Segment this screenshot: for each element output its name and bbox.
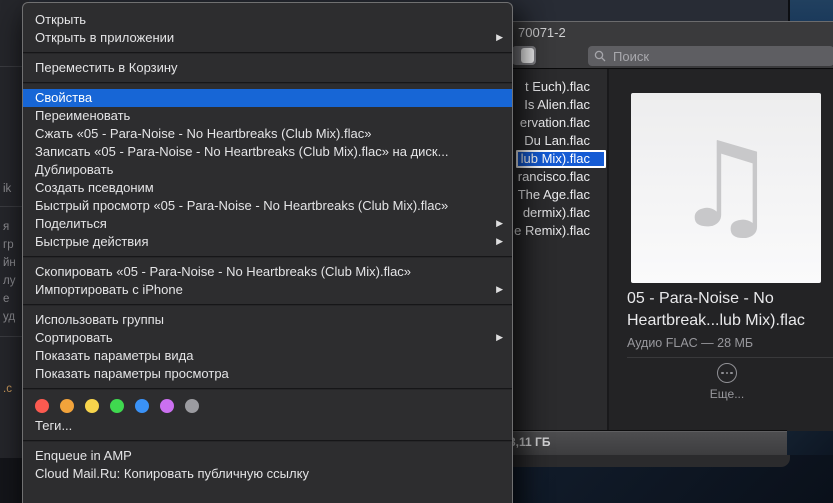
menu-item[interactable]: Записать «05 - Para-Noise - No Heartbrea… <box>23 143 512 161</box>
file-name: Is Alien.flac <box>524 97 590 112</box>
menu-item-label: Enqueue in AMP <box>35 448 132 463</box>
menu-item[interactable]: Открыть в приложении ▶ <box>23 29 512 47</box>
window-bottom-edge <box>500 455 790 467</box>
menu-item-label: Переместить в Корзину <box>35 60 178 75</box>
menu-section: Enqueue in AMP Cloud Mail.Ru: Копировать … <box>23 442 512 488</box>
menu-item[interactable]: Показать параметры вида <box>23 347 512 365</box>
menu-item-label: Дублировать <box>35 162 114 177</box>
clipped-text-fragment: йн <box>3 257 16 269</box>
file-name: ervation.flac <box>519 115 590 130</box>
file-name: lub Mix).flac <box>520 151 590 166</box>
menu-item[interactable]: Быстрый просмотр «05 - Para-Noise - No H… <box>23 197 512 215</box>
menu-item-label: Показать параметры вида <box>35 348 194 363</box>
menu-item-label: Cloud Mail.Ru: Копировать публичную ссыл… <box>35 466 309 481</box>
status-free-space: 3,11 ГБ <box>509 435 551 449</box>
clipped-text-fragment: ik <box>3 183 12 195</box>
menu-item[interactable]: Переместить в Корзину <box>23 59 512 77</box>
menu-item-label: Быстрые действия <box>35 234 149 249</box>
file-name: t Euch).flac <box>524 79 590 94</box>
menu-item-label: Поделиться <box>35 216 107 231</box>
screen: ik я гр йн лу е уд .c 70071-2 t Euch).flac Is Al… <box>0 0 833 503</box>
menu-item[interactable]: Свойства <box>23 89 512 107</box>
submenu-arrow-icon: ▶ <box>496 219 503 229</box>
submenu-arrow-icon: ▶ <box>496 237 503 247</box>
submenu-arrow-icon: ▶ <box>496 285 503 295</box>
preview-file-meta: Аудио FLAC — 28 МБ <box>627 336 754 350</box>
tag-color-row <box>23 395 512 417</box>
menu-item[interactable]: Скопировать «05 - Para-Noise - No Heartb… <box>23 263 512 281</box>
tag-color-dot[interactable] <box>85 399 99 413</box>
menu-section: Теги... <box>23 390 512 440</box>
menu-item-label: Импортировать с iPhone <box>35 282 183 297</box>
menu-section: Свойства Переименовать Сжать «05 - Para-No… <box>23 84 512 256</box>
menu-item[interactable]: Открыть <box>23 11 512 29</box>
menu-item[interactable]: Сжать «05 - Para-Noise - No Heartbreaks … <box>23 125 512 143</box>
submenu-arrow-icon: ▶ <box>496 33 503 43</box>
menu-item-label: Открыть <box>35 12 87 27</box>
tag-color-dot[interactable] <box>135 399 149 413</box>
menu-item[interactable]: Переименовать <box>23 107 512 125</box>
preview-thumbnail: ♫ <box>631 93 821 283</box>
menu-item[interactable]: Cloud Mail.Ru: Копировать публичную ссыл… <box>23 465 512 483</box>
tag-color-dot[interactable] <box>35 399 49 413</box>
menu-item-label: Использовать группы <box>35 312 165 327</box>
tag-color-dot[interactable] <box>110 399 124 413</box>
view-toggle-segment <box>521 48 534 63</box>
menu-item-label: Сортировать <box>35 330 113 345</box>
menu-item-label: Показать параметры просмотра <box>35 366 229 381</box>
menu-item[interactable]: Показать параметры просмотра <box>23 365 512 383</box>
more-ellipsis-icon[interactable] <box>717 363 737 383</box>
background-blue-thumbnail <box>790 0 833 21</box>
context-menu: Открыть Открыть в приложении ▶ Переместить … <box>22 2 513 503</box>
menu-item-label: Теги... <box>35 418 73 433</box>
menu-item-label: Создать псевдоним <box>35 180 154 195</box>
clipped-text-fragment: е <box>3 293 10 305</box>
menu-item[interactable]: Дублировать <box>23 161 512 179</box>
clipped-text-fragment: гр <box>3 239 14 251</box>
preview-file-title-line2: Heartbreak...lub Mix).flac <box>627 312 805 329</box>
menu-item-label: Свойства <box>35 90 93 105</box>
menu-section: Скопировать «05 - Para-Noise - No Heartb… <box>23 258 512 304</box>
view-toggle-button[interactable] <box>512 46 536 65</box>
menu-item-label: Скопировать «05 - Para-Noise - No Heartb… <box>35 264 412 279</box>
menu-item[interactable]: Быстрые действия ▶ <box>23 233 512 251</box>
file-name: Du Lan.flac <box>524 133 590 148</box>
file-name: dermix).flac <box>522 205 590 220</box>
menu-section: Переместить в Корзину <box>23 54 512 82</box>
menu-item[interactable]: Поделиться ▶ <box>23 215 512 233</box>
search-field[interactable] <box>588 46 833 66</box>
menu-item-label: Открыть в приложении <box>35 30 175 45</box>
menu-item[interactable]: Теги... <box>23 417 512 435</box>
menu-item-label: Переименовать <box>35 108 131 123</box>
menu-item[interactable]: Сортировать ▶ <box>23 329 512 347</box>
file-name: rancisco.flac <box>517 169 590 184</box>
menu-item[interactable]: Enqueue in AMP <box>23 447 512 465</box>
divider <box>627 357 833 358</box>
menu-item-label: Записать «05 - Para-Noise - No Heartbrea… <box>35 144 449 159</box>
file-name: e Remix).flac <box>514 223 590 238</box>
tag-color-dot[interactable] <box>185 399 199 413</box>
menu-item-label: Быстрый просмотр «05 - Para-Noise - No H… <box>35 198 449 213</box>
menu-item[interactable]: Создать псевдоним <box>23 179 512 197</box>
submenu-arrow-icon: ▶ <box>496 333 503 343</box>
menu-section: Использовать группы Сортировать ▶ Показать … <box>23 306 512 388</box>
menu-item-label: Сжать «05 - Para-Noise - No Heartbreaks … <box>35 126 372 141</box>
menu-item[interactable]: Импортировать с iPhone ▶ <box>23 281 512 299</box>
clipped-text-fragment: лу <box>3 275 16 287</box>
menu-item[interactable]: Использовать группы <box>23 311 512 329</box>
window-title: 70071-2 <box>518 25 566 40</box>
clipped-text-fragment: .c <box>3 383 12 395</box>
search-input[interactable] <box>611 47 801 65</box>
preview-file-title-line1: 05 - Para-Noise - No <box>627 290 774 307</box>
menu-section: Открыть Открыть в приложении ▶ <box>23 3 512 52</box>
music-note-icon: ♫ <box>673 116 779 254</box>
clipped-text-fragment: уд <box>3 311 16 323</box>
clipped-text-fragment: я <box>3 221 10 233</box>
file-name: The Age.flac <box>517 187 590 202</box>
more-button-label[interactable]: Еще... <box>609 387 833 401</box>
tag-color-dot[interactable] <box>60 399 74 413</box>
tag-color-dot[interactable] <box>160 399 174 413</box>
search-icon <box>594 50 606 62</box>
